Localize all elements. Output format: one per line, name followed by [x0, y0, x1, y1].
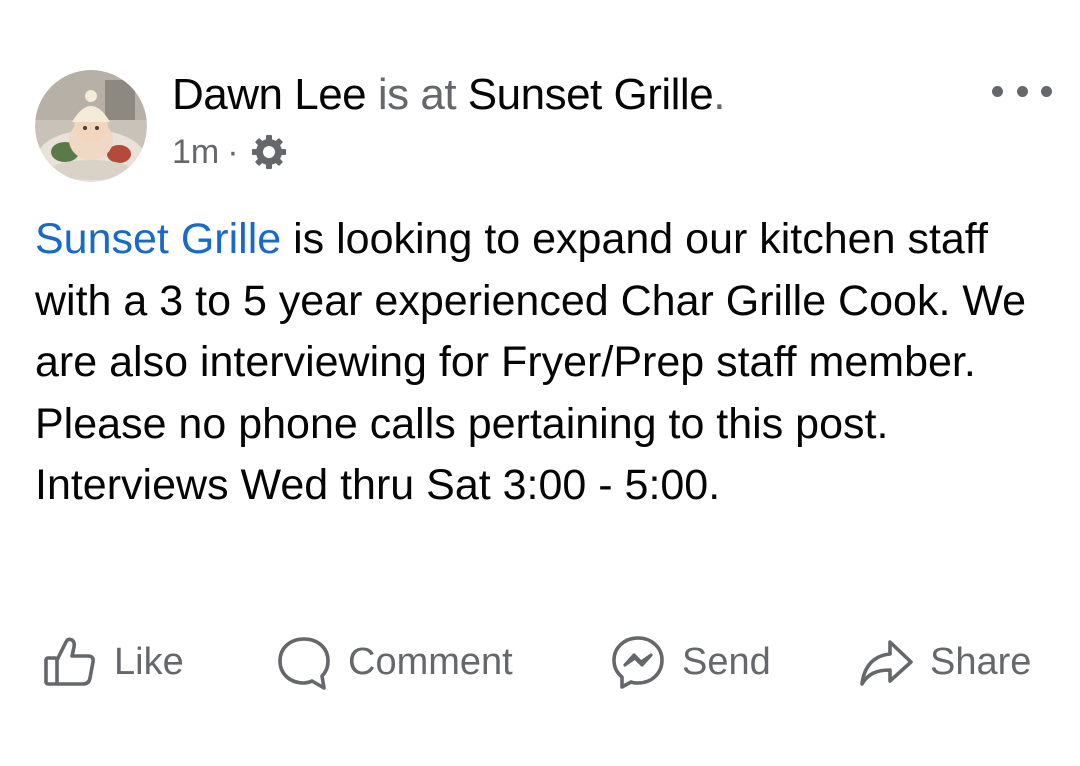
more-dot	[1016, 85, 1028, 97]
like-button[interactable]: Like	[42, 630, 184, 694]
more-horizontal-icon	[992, 85, 1003, 97]
share-button[interactable]: Share	[858, 630, 1031, 694]
is-at-text: is at	[366, 70, 468, 119]
title-period: .	[713, 70, 725, 119]
post-action-bar: Like Comment Send Share	[0, 630, 1080, 694]
comment-label: Comment	[348, 640, 513, 683]
post-body: Sunset Grille is looking to expand our k…	[35, 209, 1055, 517]
post-timestamp[interactable]: 1m	[172, 133, 219, 172]
author-avatar[interactable]	[35, 70, 147, 182]
comment-bubble-icon	[276, 634, 332, 690]
author-name[interactable]: Dawn Lee	[172, 70, 367, 119]
location-name[interactable]: Sunset Grille	[468, 70, 714, 119]
like-label: Like	[114, 640, 184, 683]
post-card: Dawn Lee is at Sunset Grille. 1m · Sunse…	[0, 0, 1080, 766]
messenger-icon	[610, 634, 666, 690]
thumbs-up-icon	[42, 634, 98, 690]
more-dot	[1041, 85, 1052, 97]
share-arrow-icon	[858, 634, 914, 690]
more-options-button[interactable]	[992, 76, 1052, 106]
tagged-page-link[interactable]: Sunset Grille	[35, 215, 281, 263]
share-label: Share	[930, 640, 1032, 683]
post-header: Dawn Lee is at Sunset Grille. 1m ·	[172, 68, 725, 174]
comment-button[interactable]: Comment	[276, 630, 513, 694]
meta-separator: ·	[227, 132, 239, 171]
post-title-line: Dawn Lee is at Sunset Grille.	[172, 68, 725, 122]
send-label: Send	[682, 640, 771, 683]
gear-icon[interactable]	[249, 132, 289, 172]
post-meta: 1m ·	[172, 130, 725, 174]
send-button[interactable]: Send	[610, 630, 771, 694]
